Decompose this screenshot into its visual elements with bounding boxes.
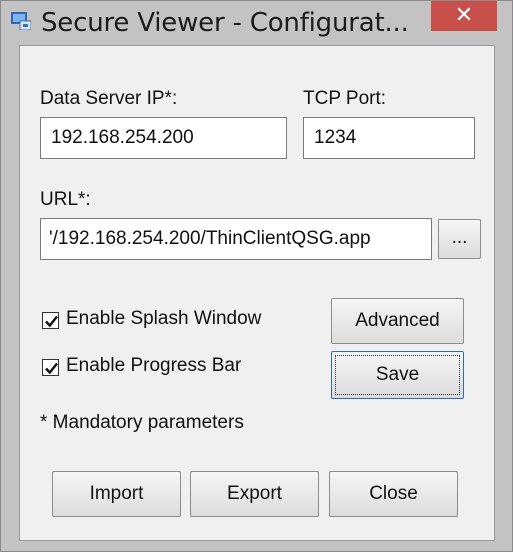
tcp-port-label: TCP Port: [303,88,387,109]
import-button[interactable]: Import [52,471,181,517]
focus-rectangle [335,355,460,395]
url-field[interactable]: '/192.168.254.200/ThinClientQSG.app [40,218,432,260]
checkmark-icon [45,315,58,328]
close-window-button[interactable]: ✕ [431,1,497,31]
enable-progress-checkbox[interactable] [42,359,59,376]
close-button[interactable]: Close [329,471,458,517]
export-button[interactable]: Export [190,471,319,517]
monitor-icon [11,12,31,30]
configuration-window: Secure Viewer - Configurat... ✕ Data Ser… [0,0,513,552]
title-bar[interactable]: Secure Viewer - Configurat... ✕ [1,1,512,41]
data-server-ip-field[interactable]: 192.168.254.200 [40,117,287,159]
checkmark-icon [45,362,58,375]
enable-splash-label[interactable]: Enable Splash Window [66,308,261,330]
window-title: Secure Viewer - Configurat... [41,8,409,38]
enable-splash-checkbox[interactable] [42,312,59,329]
mandatory-note: * Mandatory parameters [40,412,244,433]
browse-button[interactable]: ... [438,219,481,259]
data-server-ip-label: Data Server IP*: [40,88,178,109]
advanced-button[interactable]: Advanced [331,298,464,344]
tcp-port-field[interactable]: 1234 [303,117,475,159]
client-area: Data Server IP*: 192.168.254.200 TCP Por… [19,45,495,541]
save-button[interactable]: Save [331,351,464,399]
url-label: URL*: [40,189,91,210]
enable-progress-label[interactable]: Enable Progress Bar [66,355,241,377]
